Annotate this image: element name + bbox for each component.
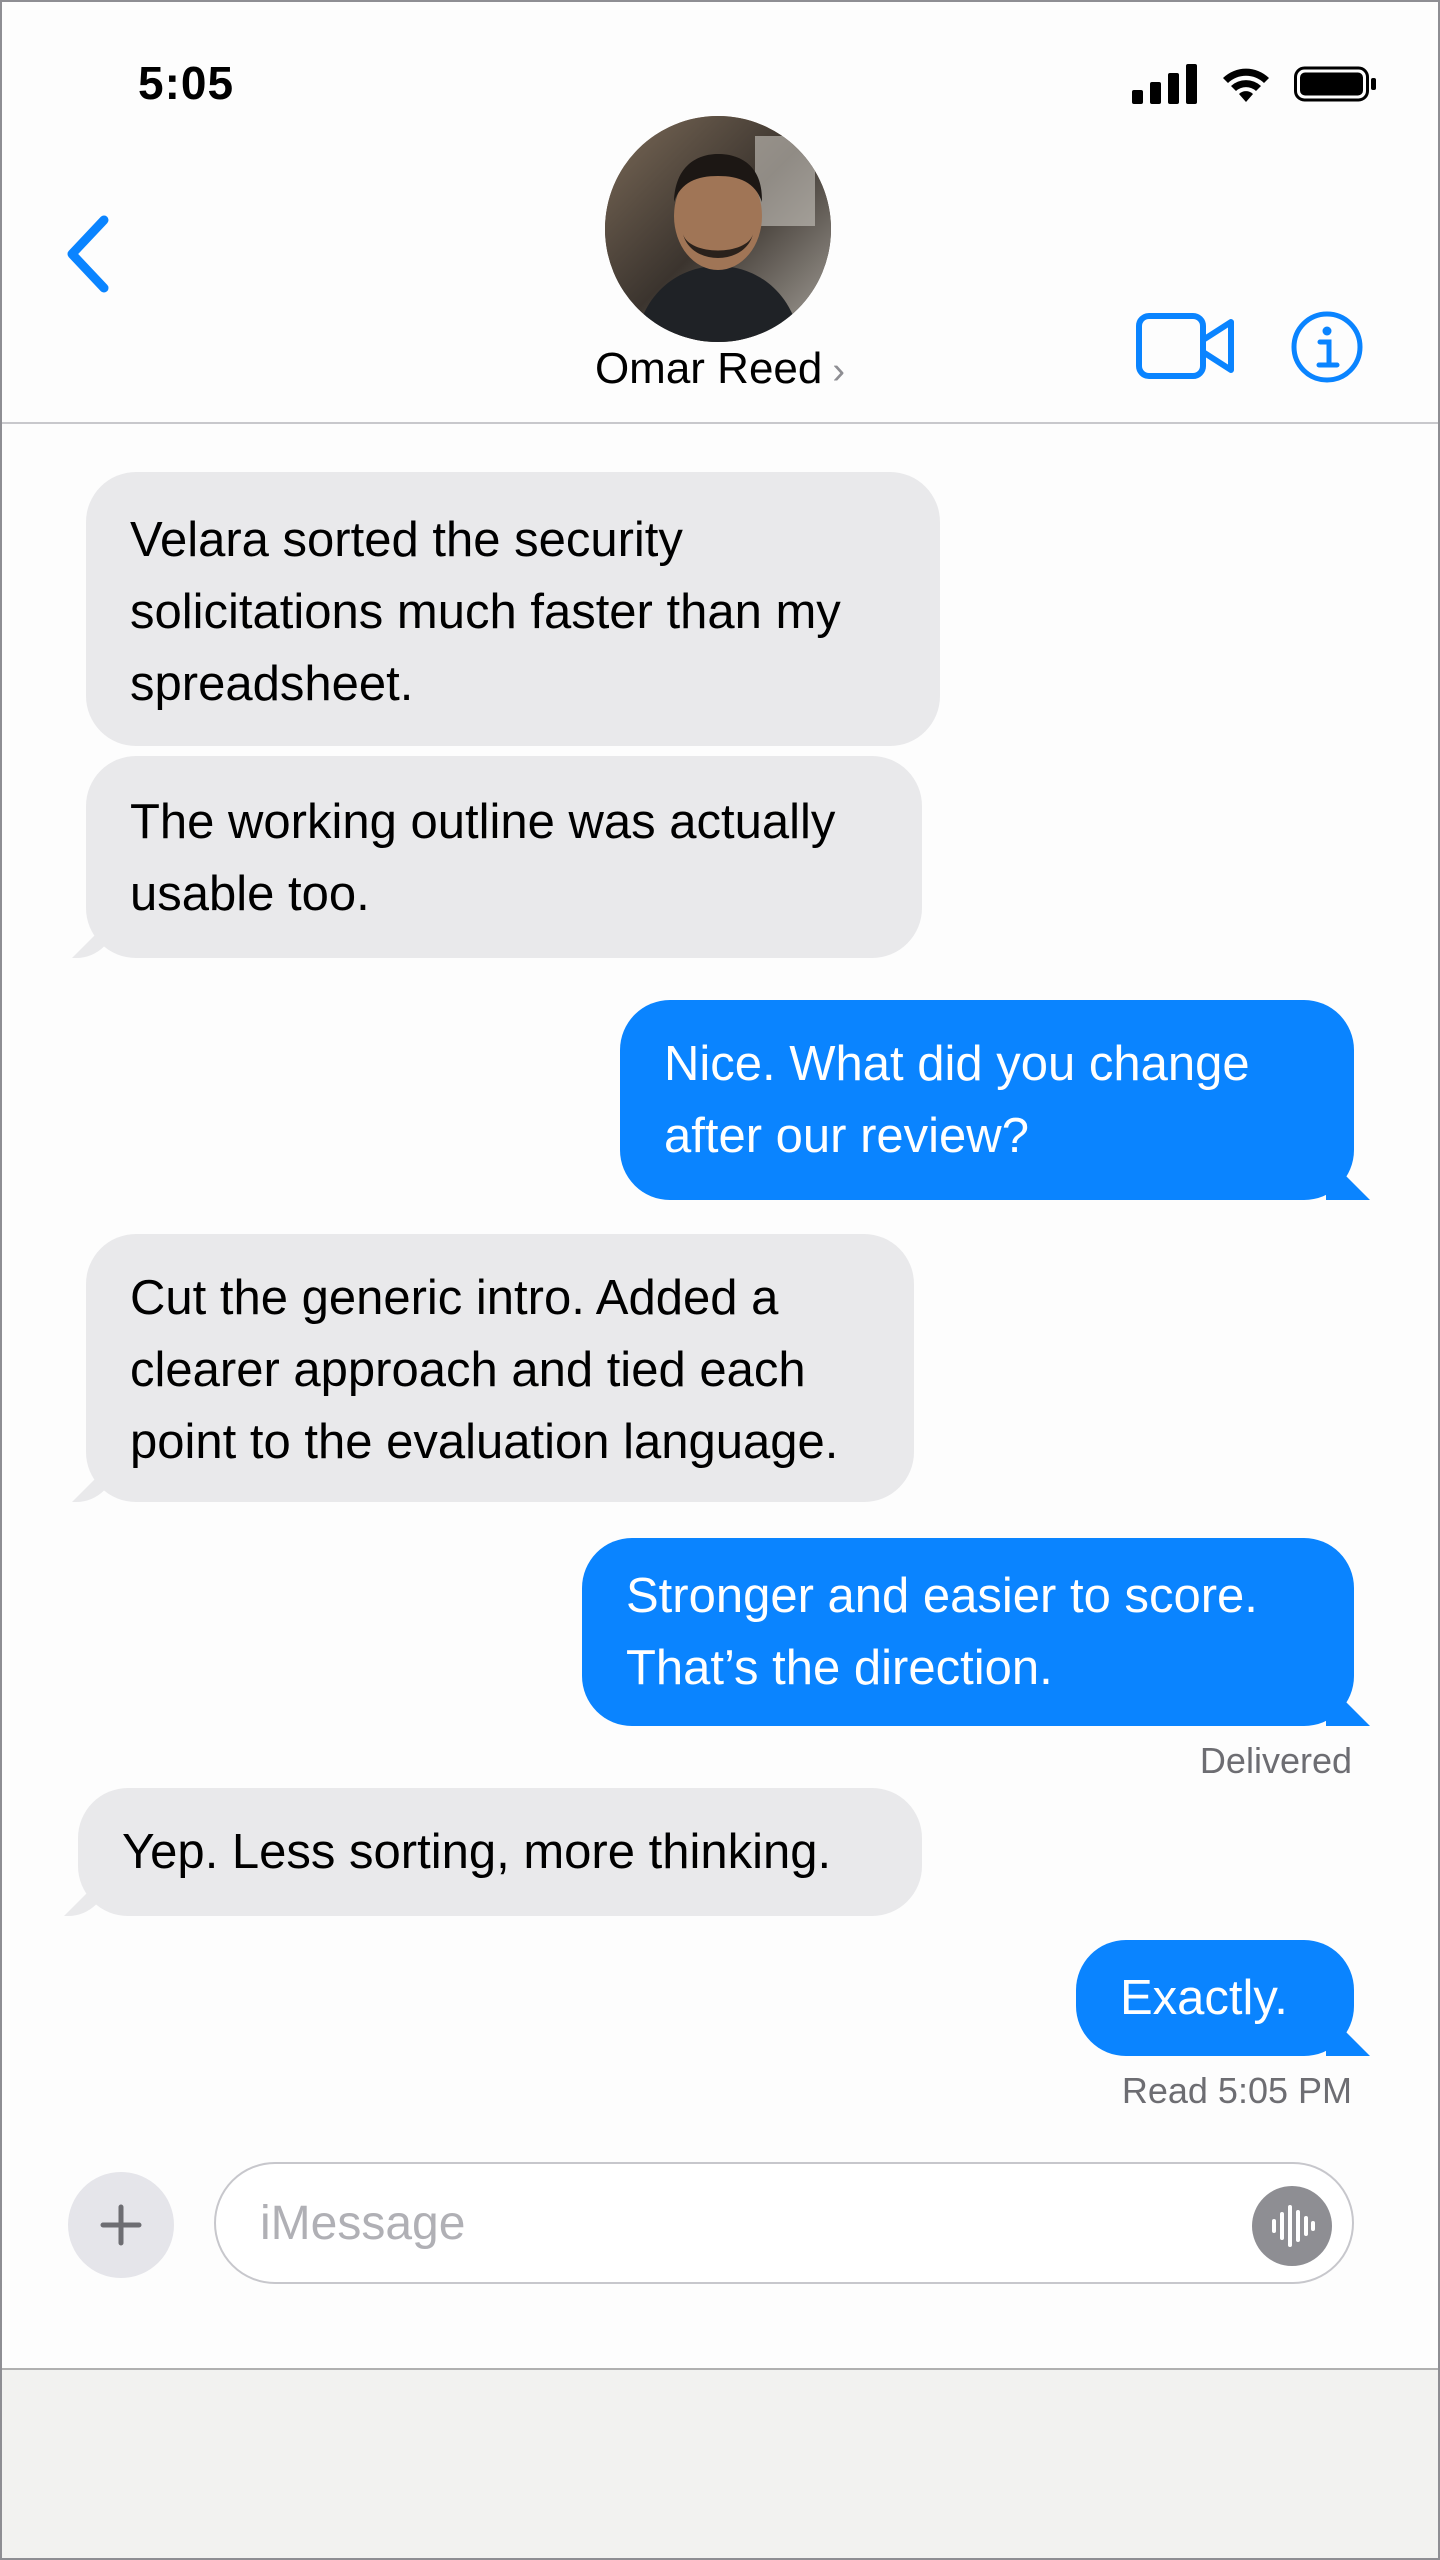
keyboard-area	[2, 2368, 1438, 2558]
read-receipt: Read 5:05 PM	[1121, 2070, 1352, 2111]
messages-screen: 5:05 Omar Reed › Velara sorted the secur…	[0, 0, 1440, 2560]
chevron-right-icon: ›	[832, 350, 846, 392]
wifi-icon	[1223, 68, 1269, 102]
battery-icon	[1294, 66, 1376, 102]
message-line: Exactly.	[1120, 1971, 1288, 2025]
audio-waveform-icon	[1272, 2205, 1315, 2247]
message-bubble-outgoing[interactable]: Stronger and easier to score. That’s the…	[582, 1538, 1354, 1726]
message-bubble-incoming[interactable]: Cut the generic intro. Added a clearer a…	[86, 1234, 914, 1502]
conversation-header: Omar Reed ›	[2, 102, 1438, 424]
status-icons	[1132, 64, 1378, 104]
contact-name: Omar Reed	[594, 344, 823, 393]
info-icon	[1291, 311, 1363, 383]
message-line: spreadsheet.	[130, 657, 414, 711]
message-line: usable too.	[130, 867, 370, 921]
message-line: The working outline was actually	[130, 795, 836, 849]
facetime-video-button[interactable]	[1136, 312, 1236, 385]
message-bubble-incoming[interactable]: The working outline was actually usable …	[86, 756, 922, 958]
chevron-left-icon	[67, 215, 109, 293]
contact-avatar[interactable]	[605, 116, 831, 342]
message-bubble-incoming[interactable]: Velara sorted the security solicitations…	[86, 472, 940, 746]
video-camera-icon	[1136, 313, 1234, 379]
delivered-receipt: Delivered	[1199, 1740, 1352, 1781]
signal-icon	[1132, 64, 1197, 104]
message-line: clearer approach and tied each	[130, 1343, 806, 1397]
message-line: Stronger and easier to score.	[626, 1569, 1258, 1623]
message-bubble-outgoing[interactable]: Exactly.	[1076, 1940, 1354, 2056]
message-bubble-incoming[interactable]: Yep. Less sorting, more thinking.	[78, 1788, 922, 1916]
message-line: Nice. What did you change	[664, 1037, 1250, 1091]
message-line: solicitations much faster than my	[130, 585, 841, 639]
avatar-photo	[605, 116, 831, 342]
voice-message-button[interactable]	[1252, 2186, 1332, 2266]
message-line: Velara sorted the security	[130, 513, 683, 567]
message-compose-field[interactable]	[214, 2162, 1354, 2284]
message-line: Yep. Less sorting, more thinking.	[122, 1825, 832, 1879]
message-input[interactable]	[260, 2164, 1210, 2282]
contact-info-button[interactable]	[1290, 310, 1364, 389]
message-line: Cut the generic intro. Added a	[130, 1271, 779, 1325]
plus-icon	[100, 2204, 142, 2246]
message-bubble-outgoing[interactable]: Nice. What did you change after our revi…	[620, 1000, 1354, 1200]
message-line: That’s the direction.	[626, 1641, 1053, 1695]
message-line: point to the evaluation language.	[130, 1415, 839, 1469]
message-line: after our review?	[664, 1109, 1029, 1163]
back-button[interactable]	[60, 210, 120, 298]
apps-plus-button[interactable]	[68, 2172, 174, 2278]
